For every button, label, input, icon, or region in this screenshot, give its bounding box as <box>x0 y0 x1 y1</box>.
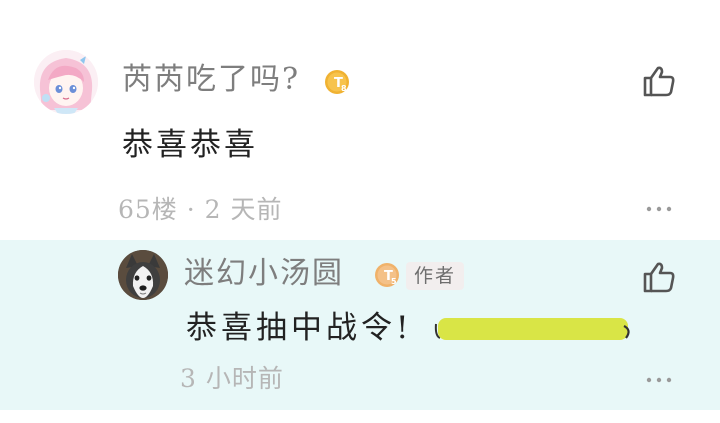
username[interactable]: 芮芮吃了吗? <box>122 65 300 95</box>
level-badge-icon: T 8 <box>325 70 349 94</box>
comment-meta: 65楼 · 2 天前 <box>118 195 283 224</box>
username[interactable]: 迷幻小汤圆 <box>184 259 344 289</box>
anime-girl-avatar-icon <box>34 50 98 114</box>
thumbs-up-icon[interactable] <box>642 64 676 98</box>
svg-text:8: 8 <box>341 84 347 93</box>
comment-text: 恭喜恭喜 <box>122 127 258 163</box>
reply-text: 恭喜抽中战令! <box>186 310 413 346</box>
author-tag: 作者 <box>406 262 465 290</box>
thumbs-up-icon[interactable] <box>642 260 676 294</box>
avatar[interactable] <box>34 50 98 114</box>
level-badge-icon: T 5 <box>375 263 399 287</box>
svg-text:5: 5 <box>391 277 397 286</box>
comment-item: 芮芮吃了吗? T 8 恭喜恭喜 65楼 · 2 天前 <box>0 0 720 240</box>
more-dots-icon[interactable] <box>645 204 673 214</box>
husky-dog-avatar-icon <box>118 250 168 300</box>
divider <box>0 410 720 423</box>
avatar[interactable] <box>118 250 168 300</box>
more-dots-icon[interactable] <box>645 375 673 385</box>
redaction-highlighter-icon <box>434 318 630 340</box>
reply-meta: 3 小时前 <box>180 364 284 393</box>
